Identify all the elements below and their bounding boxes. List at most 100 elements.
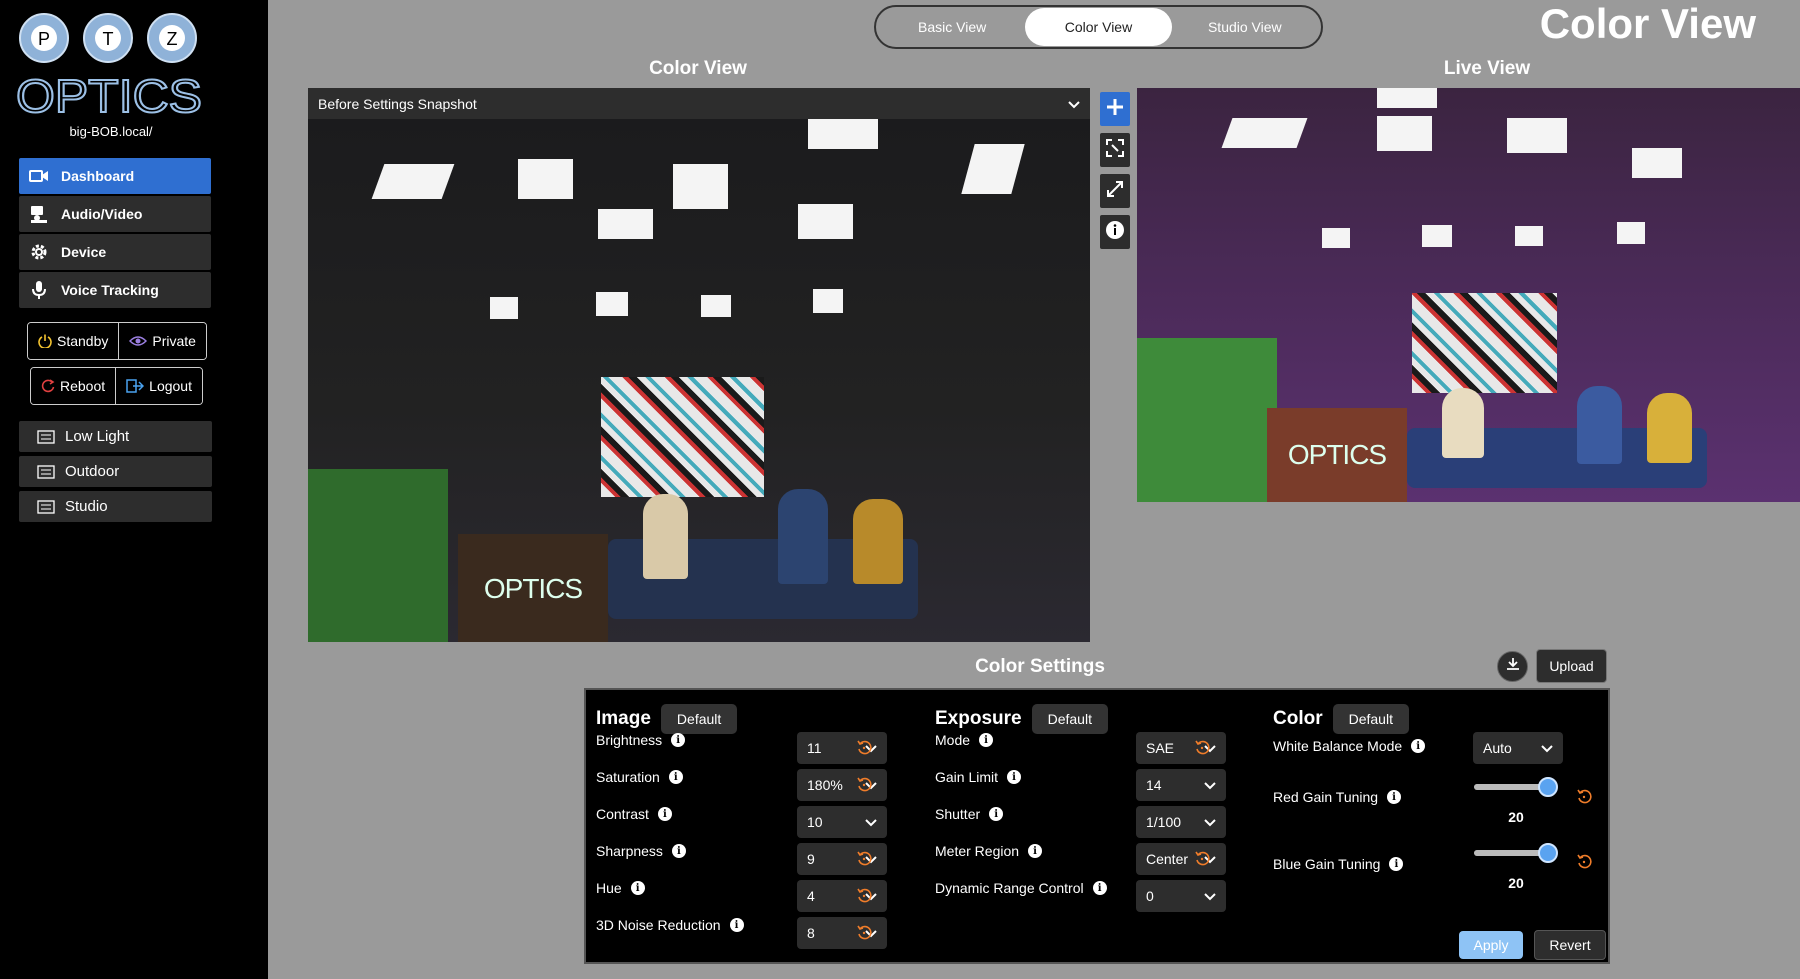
setting-select[interactable]: 4 <box>797 880 887 912</box>
info-icon <box>1105 220 1125 245</box>
setting-value: SAE <box>1146 740 1175 756</box>
setting-label: Mode <box>935 732 971 748</box>
chevron-down-icon <box>1068 96 1080 112</box>
red-gain-row: Red Gain Tuning i <box>1273 781 1402 813</box>
reboot-button[interactable]: Reboot <box>31 368 116 404</box>
color-section-title: Color <box>1273 708 1323 729</box>
info-icon: i <box>729 918 744 932</box>
preset-outdoor[interactable]: Outdoor <box>19 456 212 487</box>
reset-icon[interactable] <box>1194 851 1210 867</box>
chevron-down-icon <box>1204 777 1216 793</box>
setting-select[interactable]: 8 <box>797 917 887 949</box>
setting-value: 4 <box>807 888 815 904</box>
preset-label: Low Light <box>65 428 130 445</box>
tab-color-view[interactable]: Color View <box>1025 8 1172 46</box>
setting-value: Center <box>1146 851 1189 867</box>
blue-gain-reset-icon[interactable] <box>1576 854 1592 870</box>
reset-icon[interactable] <box>856 777 872 793</box>
setting-label: Dynamic Range Control <box>935 880 1084 896</box>
person <box>1577 386 1622 464</box>
poster <box>1412 293 1557 393</box>
sidebar-item-label: Voice Tracking <box>61 282 159 298</box>
reboot-icon <box>41 379 55 393</box>
preset-studio[interactable]: Studio <box>19 491 212 522</box>
reset-icon[interactable] <box>856 888 872 904</box>
expand-button[interactable] <box>1100 174 1130 208</box>
setting-value: 10 <box>807 814 823 830</box>
upload-button[interactable]: Upload <box>1536 649 1607 683</box>
image-setting-row: Saturation i <box>596 761 683 793</box>
sidebar-nav: Dashboard Audio/Video Device Voice Track… <box>19 158 211 310</box>
optics-desk: OPTICS <box>458 534 608 642</box>
fit-button[interactable] <box>1100 133 1130 167</box>
ceiling-light <box>813 289 843 313</box>
color-view-title: Color View <box>649 58 747 79</box>
logo-letter-t: T <box>103 29 114 49</box>
setting-select[interactable]: Center <box>1136 843 1226 875</box>
sidebar-item-audio-video[interactable]: Audio/Video <box>19 196 211 232</box>
zoom-in-button[interactable] <box>1100 92 1130 126</box>
preset-label: Outdoor <box>65 463 120 480</box>
download-button[interactable] <box>1497 651 1528 682</box>
reset-icon[interactable] <box>856 851 872 867</box>
info-icon: i <box>1028 844 1043 858</box>
red-gain-knob[interactable] <box>1538 777 1559 797</box>
color-settings-title: Color Settings <box>975 656 1105 677</box>
setting-label: Meter Region <box>935 843 1020 859</box>
exposure-setting-row: Mode i <box>935 724 994 756</box>
info-button[interactable] <box>1100 215 1130 249</box>
image-setting-row: Contrast i <box>596 798 672 830</box>
info-icon: i <box>1389 857 1404 871</box>
setting-select[interactable]: 10 <box>797 806 887 838</box>
preset-low-light[interactable]: Low Light <box>19 421 212 452</box>
list-icon <box>37 429 55 444</box>
sidebar-item-dashboard[interactable]: Dashboard <box>19 158 211 194</box>
image-setting-row: 3D Noise Reduction i <box>596 909 744 941</box>
setting-select[interactable]: 0 <box>1136 880 1226 912</box>
image-setting-row: Brightness i <box>596 724 686 756</box>
red-gain-fill <box>1474 784 1549 790</box>
snapshot-select-value: Before Settings Snapshot <box>318 95 477 112</box>
snapshot-image: OPTICS <box>308 119 1090 642</box>
standby-button[interactable]: Standby <box>28 323 119 359</box>
ceiling-light <box>1322 228 1350 248</box>
camera-person-icon <box>29 204 49 224</box>
ceiling-light <box>1515 226 1543 246</box>
reset-icon[interactable] <box>856 925 872 941</box>
setting-select[interactable]: 11 <box>797 732 887 764</box>
white-balance-select[interactable]: Auto <box>1473 732 1563 764</box>
setting-value: 0 <box>1146 888 1154 904</box>
logout-button[interactable]: Logout <box>115 368 202 404</box>
green-screen <box>308 469 448 642</box>
setting-select[interactable]: 1/100 <box>1136 806 1226 838</box>
reset-icon[interactable] <box>1194 740 1210 756</box>
private-button[interactable]: Private <box>118 323 206 359</box>
setting-select[interactable]: 180% <box>797 769 887 801</box>
sidebar-item-device[interactable]: Device <box>19 234 211 270</box>
reset-icon[interactable] <box>856 740 872 756</box>
tab-studio-view[interactable]: Studio View <box>1172 8 1318 46</box>
exposure-setting-row: Dynamic Range Control i <box>935 872 1107 904</box>
setting-select[interactable]: 9 <box>797 843 887 875</box>
exposure-default-button[interactable]: Default <box>1031 704 1108 734</box>
eye-icon <box>129 335 148 347</box>
ceiling-light <box>371 164 455 199</box>
apply-button[interactable]: Apply <box>1459 931 1523 959</box>
setting-select[interactable]: 14 <box>1136 769 1226 801</box>
revert-button[interactable]: Revert <box>1534 930 1606 960</box>
setting-select[interactable]: SAE <box>1136 732 1226 764</box>
list-icon <box>37 499 55 514</box>
red-gain-label: Red Gain Tuning <box>1273 789 1379 805</box>
red-gain-reset-icon[interactable] <box>1576 789 1592 805</box>
info-icon: i <box>1007 770 1022 784</box>
tab-basic-view[interactable]: Basic View <box>879 8 1025 46</box>
white-balance-label: White Balance Mode <box>1273 738 1403 754</box>
private-label: Private <box>152 333 196 349</box>
ceiling-light <box>1507 118 1567 153</box>
blue-gain-knob[interactable] <box>1538 843 1559 863</box>
sidebar-item-voice-tracking[interactable]: Voice Tracking <box>19 272 211 308</box>
chevron-down-icon <box>1541 740 1553 756</box>
person <box>643 494 688 579</box>
snapshot-select[interactable]: Before Settings Snapshot <box>308 88 1090 119</box>
logo-letter-p: P <box>38 29 50 49</box>
